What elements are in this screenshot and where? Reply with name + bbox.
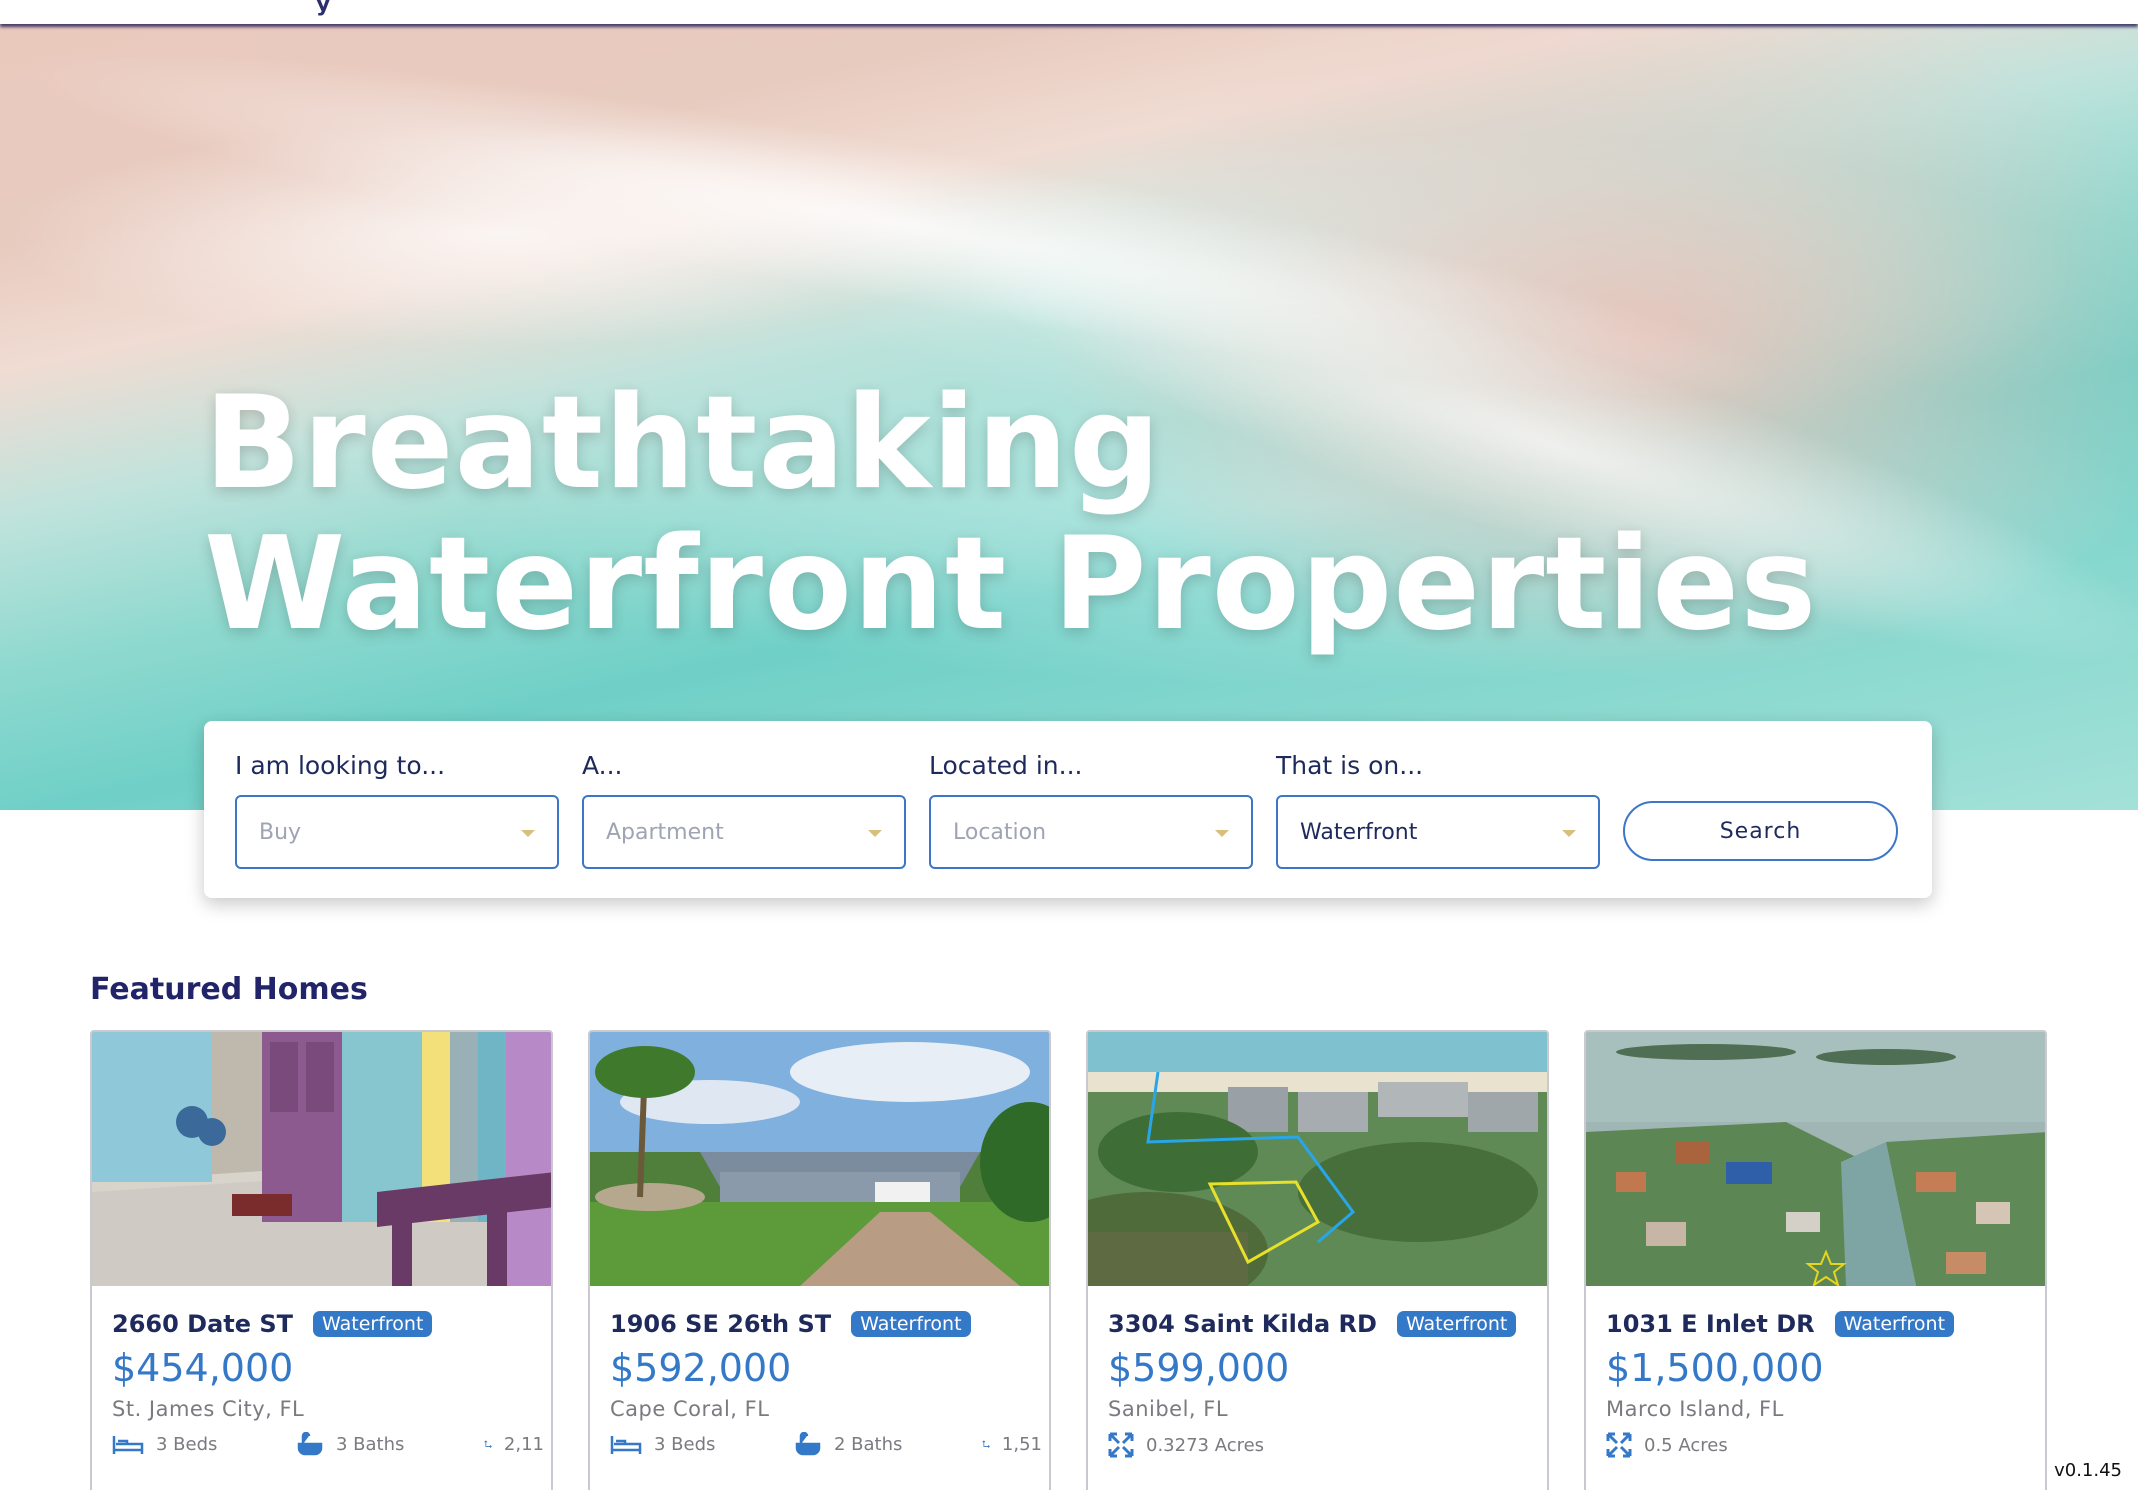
property-address[interactable]: 1031 E Inlet DR Waterfront bbox=[1606, 1310, 1955, 1338]
field-label: That is on... bbox=[1276, 751, 1424, 780]
sqft-text: 2,11 bbox=[503, 1433, 544, 1455]
beds-text: 3 Beds bbox=[654, 1433, 716, 1455]
hero-banner: Breathtaking Waterfront Properties bbox=[0, 24, 2138, 810]
property-address[interactable]: 2660 Date ST Waterfront bbox=[112, 1310, 433, 1338]
hero-title: Breathtaking Waterfront Properties bbox=[204, 369, 1818, 659]
property-photo[interactable] bbox=[590, 1032, 1049, 1286]
sqft-feature: 1,51 bbox=[982, 1432, 1042, 1456]
expand-arrows-icon bbox=[1108, 1432, 1134, 1458]
sqft-feature: 2,11 bbox=[484, 1432, 544, 1456]
property-photo[interactable] bbox=[1088, 1032, 1547, 1286]
property-card[interactable]: 3304 Saint Kilda RD Waterfront $599,000 S… bbox=[1086, 1030, 1549, 1490]
property-address[interactable]: 1906 SE 26th ST Waterfront bbox=[610, 1310, 971, 1338]
address-text[interactable]: 3304 Saint Kilda RD bbox=[1108, 1310, 1377, 1338]
chevron-down-icon bbox=[1215, 830, 1229, 837]
location-field: Located in... Location bbox=[929, 751, 1253, 869]
location-select[interactable]: Location bbox=[929, 795, 1253, 869]
address-text[interactable]: 1031 E Inlet DR bbox=[1606, 1310, 1815, 1338]
waterfront-badge: Waterfront bbox=[851, 1311, 971, 1337]
property-price: $592,000 bbox=[610, 1346, 792, 1390]
property-price: $1,500,000 bbox=[1606, 1346, 1824, 1390]
area-icon bbox=[484, 1440, 492, 1448]
site-logo-fragment[interactable]: y bbox=[316, 0, 330, 17]
baths-feature: 2 Baths bbox=[794, 1432, 902, 1456]
area-icon bbox=[982, 1440, 990, 1448]
property-photo[interactable] bbox=[1586, 1032, 2045, 1286]
featured-homes-heading: Featured Homes bbox=[90, 972, 368, 1007]
baths-text: 2 Baths bbox=[834, 1433, 903, 1455]
beds-feature: 3 Beds bbox=[112, 1432, 217, 1456]
property-city: St. James City, FL bbox=[112, 1397, 305, 1421]
search-button[interactable]: Search bbox=[1623, 801, 1898, 861]
feature-select[interactable]: Waterfront bbox=[1276, 795, 1600, 869]
property-city: Sanibel, FL bbox=[1108, 1397, 1229, 1421]
select-value: Location bbox=[953, 819, 1047, 845]
acres-text: 0.3273 Acres bbox=[1146, 1434, 1265, 1456]
select-value: Buy bbox=[259, 819, 302, 845]
version-label: v0.1.45 bbox=[2054, 1460, 2122, 1481]
chevron-down-icon bbox=[521, 830, 535, 837]
property-photo[interactable] bbox=[92, 1032, 551, 1286]
property-features: 0.5 Acres bbox=[1606, 1432, 2045, 1468]
bed-icon bbox=[112, 1436, 144, 1454]
bathtub-icon bbox=[297, 1432, 323, 1456]
property-card[interactable]: 1906 SE 26th ST Waterfront $592,000 Cape … bbox=[588, 1030, 1051, 1490]
property-city: Marco Island, FL bbox=[1606, 1397, 1784, 1421]
expand-arrows-icon bbox=[1606, 1432, 1632, 1458]
property-price: $599,000 bbox=[1108, 1346, 1290, 1390]
acres-text: 0.5 Acres bbox=[1644, 1434, 1728, 1456]
field-label: I am looking to... bbox=[235, 751, 446, 780]
field-label: Located in... bbox=[929, 751, 1083, 780]
feature-field: That is on... Waterfront bbox=[1276, 751, 1600, 869]
property-features: 0.3273 Acres bbox=[1108, 1432, 1547, 1468]
address-text[interactable]: 2660 Date ST bbox=[112, 1310, 293, 1338]
acres-feature: 0.3273 Acres bbox=[1108, 1432, 1264, 1458]
hero-title-line: Breathtaking bbox=[204, 369, 1162, 518]
beds-feature: 3 Beds bbox=[610, 1432, 715, 1456]
property-card[interactable]: 1031 E Inlet DR Waterfront $1,500,000 Mar… bbox=[1584, 1030, 2047, 1490]
address-text[interactable]: 1906 SE 26th ST bbox=[610, 1310, 831, 1338]
hero-title-line: Waterfront Properties bbox=[204, 509, 1818, 659]
baths-feature: 3 Baths bbox=[296, 1432, 404, 1456]
acres-feature: 0.5 Acres bbox=[1606, 1432, 1728, 1458]
beds-text: 3 Beds bbox=[156, 1433, 218, 1455]
select-value: Apartment bbox=[606, 819, 724, 845]
select-value: Waterfront bbox=[1300, 819, 1418, 845]
property-type-select[interactable]: Apartment bbox=[582, 795, 906, 869]
property-city: Cape Coral, FL bbox=[610, 1397, 770, 1421]
property-price: $454,000 bbox=[112, 1346, 294, 1390]
waterfront-badge: Waterfront bbox=[313, 1311, 433, 1337]
baths-text: 3 Baths bbox=[336, 1433, 405, 1455]
bathtub-icon bbox=[795, 1432, 821, 1456]
property-features: 3 Beds 3 Baths 2,11 bbox=[112, 1432, 551, 1468]
waterfront-badge: Waterfront bbox=[1396, 1311, 1517, 1337]
bed-icon bbox=[610, 1436, 642, 1454]
property-search-form: I am looking to... Buy A... Apartment Lo… bbox=[204, 721, 1932, 898]
field-label: A... bbox=[582, 751, 623, 780]
sqft-text: 1,51 bbox=[1001, 1433, 1042, 1455]
chevron-down-icon bbox=[868, 830, 882, 837]
chevron-down-icon bbox=[1562, 830, 1576, 837]
property-features: 3 Beds 2 Baths 1,51 bbox=[610, 1432, 1049, 1468]
property-type-field: A... Apartment bbox=[582, 751, 906, 869]
property-card[interactable]: 2660 Date ST Waterfront $454,000 St. Jame… bbox=[90, 1030, 553, 1490]
transaction-type-select[interactable]: Buy bbox=[235, 795, 559, 869]
property-address[interactable]: 3304 Saint Kilda RD Waterfront bbox=[1108, 1310, 1517, 1338]
waterfront-badge: Waterfront bbox=[1834, 1311, 1955, 1337]
top-nav-bar: y bbox=[0, 0, 2138, 24]
transaction-type-field: I am looking to... Buy bbox=[235, 751, 559, 869]
